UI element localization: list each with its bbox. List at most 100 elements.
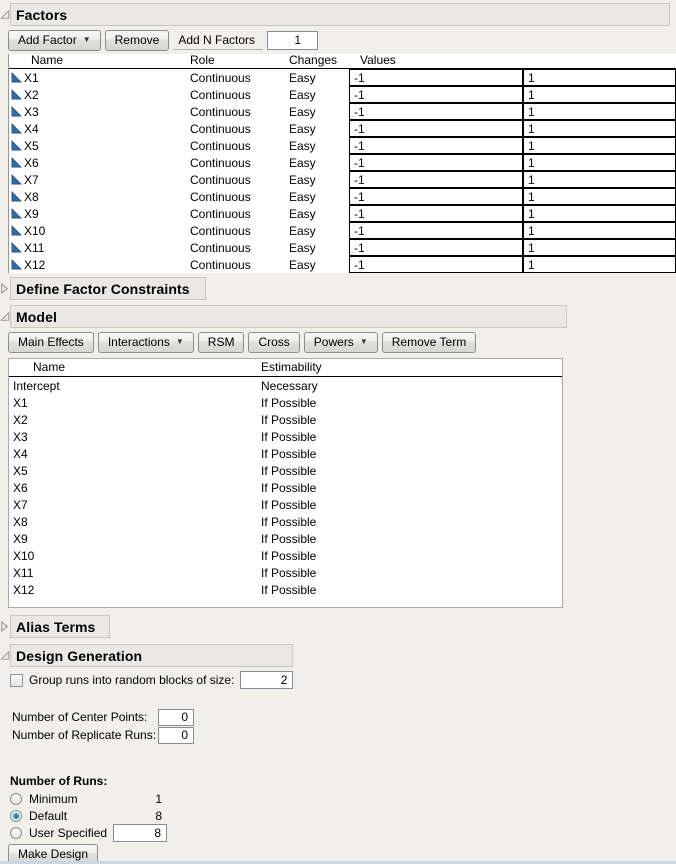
model-term-row[interactable]: X10 If Possible	[9, 547, 562, 564]
factor-changes[interactable]: Easy	[289, 69, 349, 86]
factor-low-value[interactable]: -1	[349, 171, 523, 188]
model-term-row[interactable]: Intercept Necessary	[9, 377, 562, 394]
factor-high-value[interactable]: 1	[523, 103, 676, 120]
factor-row[interactable]: X12 Continuous Easy -1 1	[9, 256, 676, 273]
factor-changes[interactable]: Easy	[289, 120, 349, 137]
term-estimability[interactable]: If Possible	[261, 481, 316, 495]
remove-factor-button[interactable]: Remove	[104, 29, 170, 51]
powers-button[interactable]: Powers ▼	[303, 331, 378, 353]
factor-high-value[interactable]: 1	[523, 120, 676, 137]
replicate-runs-input[interactable]	[158, 726, 194, 744]
model-term-row[interactable]: X5 If Possible	[9, 462, 562, 479]
radio-button[interactable]	[10, 826, 22, 839]
factor-high-value[interactable]: 1	[523, 222, 676, 239]
model-disclosure-icon[interactable]	[0, 305, 10, 322]
factor-low-value[interactable]: -1	[349, 86, 523, 103]
factor-high-value[interactable]: 1	[523, 137, 676, 154]
factor-high-value[interactable]: 1	[523, 86, 676, 103]
term-estimability[interactable]: If Possible	[261, 566, 316, 580]
term-estimability[interactable]: If Possible	[261, 498, 316, 512]
factor-low-value[interactable]: -1	[349, 137, 523, 154]
factor-row[interactable]: X10 Continuous Easy -1 1	[9, 222, 676, 239]
factor-high-value[interactable]: 1	[523, 154, 676, 171]
factor-role[interactable]: Continuous	[190, 239, 289, 256]
add-n-factors-button[interactable]: Add N Factors	[173, 30, 264, 50]
factor-row[interactable]: X11 Continuous Easy -1 1	[9, 239, 676, 256]
factor-row[interactable]: X1 Continuous Easy -1 1	[9, 69, 676, 86]
factor-low-value[interactable]: -1	[349, 205, 523, 222]
model-term-row[interactable]: X6 If Possible	[9, 479, 562, 496]
user-specified-runs-input[interactable]	[113, 823, 167, 842]
radio-button[interactable]	[10, 809, 22, 822]
factor-high-value[interactable]: 1	[523, 239, 676, 256]
factor-low-value[interactable]: -1	[349, 239, 523, 256]
factor-role[interactable]: Continuous	[190, 171, 289, 188]
factor-low-value[interactable]: -1	[349, 188, 523, 205]
factor-changes[interactable]: Easy	[289, 188, 349, 205]
factor-changes[interactable]: Easy	[289, 103, 349, 120]
factor-low-value[interactable]: -1	[349, 256, 523, 273]
constraints-disclosure-icon[interactable]	[0, 277, 10, 294]
factor-role[interactable]: Continuous	[190, 188, 289, 205]
factor-row[interactable]: X4 Continuous Easy -1 1	[9, 120, 676, 137]
factor-row[interactable]: X2 Continuous Easy -1 1	[9, 86, 676, 103]
model-term-row[interactable]: X3 If Possible	[9, 428, 562, 445]
term-estimability[interactable]: Necessary	[261, 379, 318, 393]
term-estimability[interactable]: If Possible	[261, 464, 316, 478]
factor-changes[interactable]: Easy	[289, 86, 349, 103]
group-runs-size-input[interactable]	[240, 671, 294, 689]
factor-role[interactable]: Continuous	[190, 103, 289, 120]
factor-changes[interactable]: Easy	[289, 137, 349, 154]
factor-row[interactable]: X8 Continuous Easy -1 1	[9, 188, 676, 205]
factor-high-value[interactable]: 1	[523, 256, 676, 273]
model-term-row[interactable]: X7 If Possible	[9, 496, 562, 513]
design-generation-disclosure-icon[interactable]	[0, 644, 10, 661]
factor-low-value[interactable]: -1	[349, 154, 523, 171]
cross-button[interactable]: Cross	[248, 331, 300, 353]
factor-high-value[interactable]: 1	[523, 69, 676, 86]
term-estimability[interactable]: If Possible	[261, 447, 316, 461]
term-estimability[interactable]: If Possible	[261, 515, 316, 529]
factor-row[interactable]: X5 Continuous Easy -1 1	[9, 137, 676, 154]
model-term-row[interactable]: X8 If Possible	[9, 513, 562, 530]
factor-role[interactable]: Continuous	[190, 222, 289, 239]
model-term-row[interactable]: X9 If Possible	[9, 530, 562, 547]
factor-low-value[interactable]: -1	[349, 222, 523, 239]
factor-low-value[interactable]: -1	[349, 103, 523, 120]
term-estimability[interactable]: If Possible	[261, 532, 316, 546]
add-factor-button[interactable]: Add Factor ▼	[8, 29, 101, 51]
term-estimability[interactable]: If Possible	[261, 396, 316, 410]
factor-changes[interactable]: Easy	[289, 239, 349, 256]
factor-changes[interactable]: Easy	[289, 222, 349, 239]
factor-row[interactable]: X3 Continuous Easy -1 1	[9, 103, 676, 120]
factor-role[interactable]: Continuous	[190, 205, 289, 222]
add-n-factors-input[interactable]	[267, 30, 319, 50]
term-estimability[interactable]: If Possible	[261, 583, 316, 597]
factor-changes[interactable]: Easy	[289, 154, 349, 171]
term-estimability[interactable]: If Possible	[261, 413, 316, 427]
factor-row[interactable]: X6 Continuous Easy -1 1	[9, 154, 676, 171]
factor-low-value[interactable]: -1	[349, 69, 523, 86]
factor-role[interactable]: Continuous	[190, 137, 289, 154]
factor-role[interactable]: Continuous	[190, 69, 289, 86]
rsm-button[interactable]: RSM	[197, 331, 245, 353]
term-estimability[interactable]: If Possible	[261, 430, 316, 444]
radio-button[interactable]	[10, 792, 22, 805]
factors-disclosure-icon[interactable]	[0, 3, 10, 20]
factor-low-value[interactable]: -1	[349, 120, 523, 137]
remove-term-button[interactable]: Remove Term	[381, 331, 477, 353]
model-term-row[interactable]: X4 If Possible	[9, 445, 562, 462]
group-runs-checkbox[interactable]	[10, 673, 23, 687]
factor-row[interactable]: X9 Continuous Easy -1 1	[9, 205, 676, 222]
factor-role[interactable]: Continuous	[190, 120, 289, 137]
factor-role[interactable]: Continuous	[190, 86, 289, 103]
model-term-row[interactable]: X12 If Possible	[9, 581, 562, 598]
interactions-button[interactable]: Interactions ▼	[97, 331, 194, 353]
factor-high-value[interactable]: 1	[523, 205, 676, 222]
center-points-input[interactable]	[158, 708, 194, 726]
factor-row[interactable]: X7 Continuous Easy -1 1	[9, 171, 676, 188]
alias-disclosure-icon[interactable]	[0, 615, 10, 632]
model-term-row[interactable]: X11 If Possible	[9, 564, 562, 581]
factor-changes[interactable]: Easy	[289, 205, 349, 222]
factor-role[interactable]: Continuous	[190, 154, 289, 171]
